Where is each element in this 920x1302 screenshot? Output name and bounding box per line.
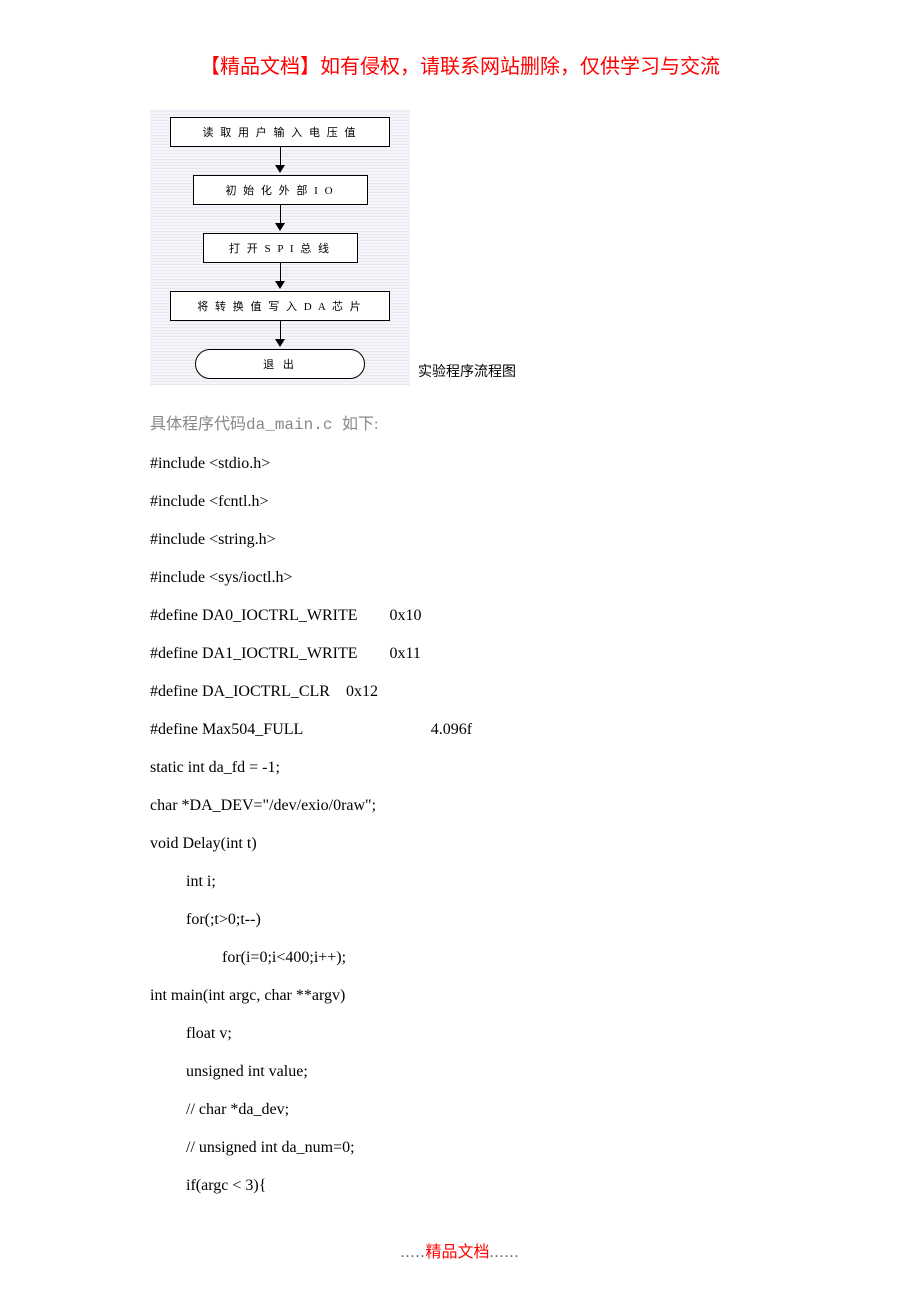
label-filename: da_main.c (246, 416, 342, 434)
flow-step-read-input: 读 取 用 户 输 入 电 压 值 (170, 117, 390, 147)
flowchart-diagram: 读 取 用 户 输 入 电 压 值 初 始 化 外 部 I O 打 开 S P … (150, 109, 410, 385)
flow-step-write-da: 将 转 换 值 写 入 D A 芯 片 (170, 291, 390, 321)
flowchart-row: 读 取 用 户 输 入 电 压 值 初 始 化 外 部 I O 打 开 S P … (150, 109, 770, 385)
label-prefix: 具体程序代码 (150, 416, 246, 433)
code-line: void Delay(int t) (150, 832, 770, 856)
flow-step-open-spi: 打 开 S P I 总 线 (203, 233, 358, 263)
flowchart-caption: 实验程序流程图 (418, 361, 516, 381)
main-content: 读 取 用 户 输 入 电 压 值 初 始 化 外 部 I O 打 开 S P … (0, 109, 920, 1198)
page-footer: .....精品文档...... (0, 1238, 920, 1262)
footer-dots-left: ..... (400, 1244, 425, 1261)
arrow-icon (160, 205, 400, 233)
code-line: for(;t>0;t--) (150, 908, 770, 932)
code-line: #include <string.h> (150, 528, 770, 552)
code-line: for(i=0;i<400;i++); (150, 946, 770, 970)
code-line: // unsigned int da_num=0; (150, 1136, 770, 1160)
arrow-icon (160, 263, 400, 291)
code-line: #include <sys/ioctl.h> (150, 566, 770, 590)
code-line: char *DA_DEV="/dev/exio/0raw"; (150, 794, 770, 818)
code-line: #define DA0_IOCTRL_WRITE 0x10 (150, 604, 770, 628)
code-line: #include <stdio.h> (150, 452, 770, 476)
page-header: 【精品文档】如有侵权，请联系网站删除，仅供学习与交流 (0, 50, 920, 79)
code-line: if(argc < 3){ (150, 1174, 770, 1198)
label-suffix: 如下: (342, 416, 378, 433)
code-line: #define DA_IOCTRL_CLR 0x12 (150, 680, 770, 704)
code-line: #include <fcntl.h> (150, 490, 770, 514)
footer-label: 精品文档 (425, 1244, 489, 1261)
code-line: // char *da_dev; (150, 1098, 770, 1122)
code-line: static int da_fd = -1; (150, 756, 770, 780)
code-line: float v; (150, 1022, 770, 1046)
code-section-label: 具体程序代码da_main.c 如下: (150, 410, 770, 434)
code-line: unsigned int value; (150, 1060, 770, 1084)
code-line: #define Max504_FULL 4.096f (150, 718, 770, 742)
flow-terminator-exit: 退 出 (195, 349, 365, 379)
arrow-icon (160, 321, 400, 349)
arrow-icon (160, 147, 400, 175)
code-line: int main(int argc, char **argv) (150, 984, 770, 1008)
code-line: int i; (150, 870, 770, 894)
code-line: #define DA1_IOCTRL_WRITE 0x11 (150, 642, 770, 666)
flow-step-init-io: 初 始 化 外 部 I O (193, 175, 368, 205)
footer-dots-right: ...... (490, 1244, 520, 1261)
